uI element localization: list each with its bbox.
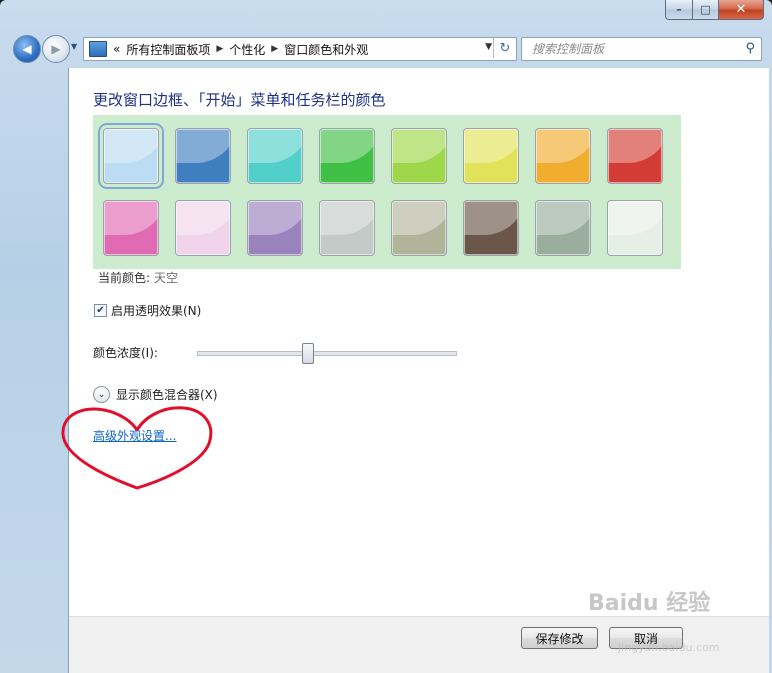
color-swatch-slate[interactable] [535,200,591,256]
content-pane: 更改窗口边框、「开始」菜单和任务栏的颜色 当前颜色: 天空 ✔ 启用透明效果(N)… [61,68,769,673]
close-button[interactable]: ✕ [719,0,764,20]
heart-outline [61,406,213,490]
search-box[interactable]: ⚲ [521,37,762,61]
refresh-icon: ↻ [499,40,511,56]
heart-annotation [61,406,213,490]
color-swatch-lime[interactable] [391,128,447,184]
window-frame: – □ ✕ ◀ ▶ ▼ « 所有控制面板项 ▶ 个性化 ▶ 窗口颜色和外观 ▼ … [0,0,772,673]
baidu-watermark: Baidu 经验 [588,591,711,616]
current-color-label: 当前颜色: [98,271,151,285]
current-color-value: 天空 [154,271,179,285]
color-swatch-twilight[interactable] [175,128,231,184]
breadcrumb-overflow[interactable]: « [113,42,120,56]
advanced-appearance-link[interactable]: 高级外观设置... [93,427,176,444]
refresh-button[interactable]: ↻ [493,38,516,58]
color-swatch-sky[interactable] [98,123,164,189]
intensity-slider[interactable] [197,343,457,364]
arrow-left-icon: ◀ [22,42,32,56]
color-swatch-grid [93,115,681,269]
color-swatch-lemon[interactable] [463,128,519,184]
color-swatch-blush[interactable] [175,200,231,256]
address-bar[interactable]: « 所有控制面板项 ▶ 个性化 ▶ 窗口颜色和外观 ▼ ↻ [83,37,517,61]
current-color: 当前颜色: 天空 [98,269,178,286]
search-input[interactable] [530,41,734,57]
navigation-bar: ◀ ▶ ▼ « 所有控制面板项 ▶ 个性化 ▶ 窗口颜色和外观 ▼ ↻ ⚲ [13,33,764,63]
color-swatch-ruby[interactable] [607,128,663,184]
breadcrumb-item-personalization[interactable]: 个性化 [229,41,265,58]
transparency-label[interactable]: 启用透明效果(N) [111,302,201,319]
color-swatch-pumpkin[interactable] [535,128,591,184]
address-dropdown-icon[interactable]: ▼ [485,42,492,52]
color-swatch-frost[interactable] [607,200,663,256]
transparency-option[interactable]: ✔ 启用透明效果(N) [94,302,201,319]
color-swatch-fuchsia[interactable] [103,200,159,256]
breadcrumb-separator-icon[interactable]: ▶ [216,44,223,54]
breadcrumb-separator-icon[interactable]: ▶ [271,44,278,54]
color-swatch-leaf[interactable] [319,128,375,184]
transparency-checkbox[interactable]: ✔ [94,304,107,317]
intensity-slider-thumb[interactable] [302,343,314,364]
search-icon[interactable]: ⚲ [745,41,755,56]
color-swatch-violet[interactable] [247,200,303,256]
page-title: 更改窗口边框、「开始」菜单和任务栏的颜色 [93,91,386,109]
caption-buttons: – □ ✕ [665,0,764,20]
minimize-button[interactable]: – [665,0,693,20]
color-swatch-taupe[interactable] [391,200,447,256]
color-swatch-lavender[interactable] [319,200,375,256]
back-button[interactable]: ◀ [13,35,41,63]
intensity-label: 颜色浓度(I): [93,346,158,360]
recent-pages-chevron-icon[interactable]: ▼ [71,42,77,51]
baidu-watermark-url: jingyan.baidu.com [618,641,720,654]
arrow-right-icon: ▶ [51,42,61,56]
save-changes-button[interactable]: 保存修改 [521,627,598,649]
maximize-button[interactable]: □ [693,0,719,20]
control-panel-icon [89,41,107,57]
breadcrumb-item-window-color[interactable]: 窗口颜色和外观 [284,41,368,58]
breadcrumb-item-all-control-panel[interactable]: 所有控制面板项 [126,41,210,58]
color-swatch-chocolate[interactable] [463,200,519,256]
forward-button[interactable]: ▶ [42,35,70,63]
color-swatch-sea[interactable] [247,128,303,184]
